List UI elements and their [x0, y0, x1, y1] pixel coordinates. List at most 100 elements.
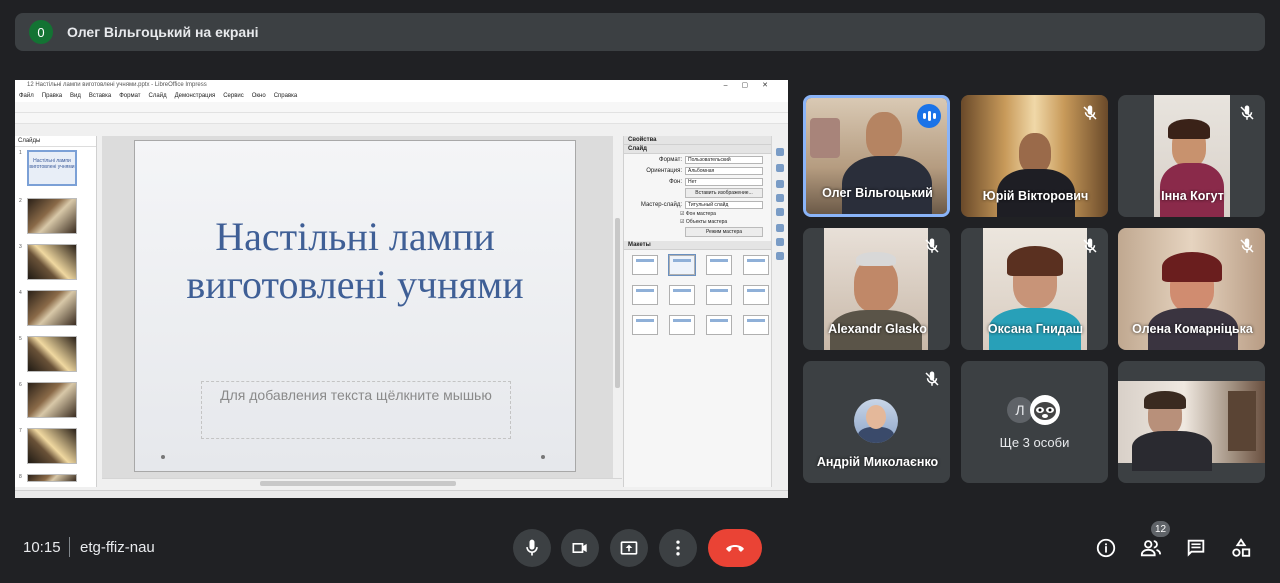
layout-option	[743, 255, 769, 275]
participant-name: Андрій Миколаєнко	[816, 455, 939, 469]
lo-horizontal-scrollbar	[102, 478, 622, 487]
participant-tile[interactable]: Андрій Миколаєнко	[803, 361, 950, 483]
participant-name: Юрій Вікторович	[982, 189, 1089, 203]
self-view-tile[interactable]	[1118, 361, 1265, 483]
participant-video	[1118, 381, 1265, 471]
slides-pane-title: Слайды	[15, 136, 96, 147]
layout-option	[632, 285, 658, 305]
props-master-obj-checkbox: ☑ Объекты мастера	[680, 219, 728, 225]
layout-option	[669, 285, 695, 305]
slide-title: Настільні лампи виготовлені учнями	[186, 214, 524, 307]
props-insert-image-button: Вставить изображение...	[685, 188, 763, 198]
more-vert-icon	[676, 540, 680, 556]
lo-menu-item: Формат	[119, 93, 141, 99]
participant-name: Alexandr Glasko	[828, 322, 927, 336]
more-options-button[interactable]	[659, 529, 697, 567]
mic-off-icon	[1240, 105, 1254, 120]
people-button[interactable]	[1139, 536, 1163, 560]
slide-subtitle-placeholder: Для добавления текста щёлкните мышью	[201, 381, 511, 439]
end-call-button[interactable]	[708, 529, 762, 567]
chat-button[interactable]	[1184, 536, 1208, 560]
lo-window-buttons: –▢✕	[723, 82, 782, 89]
lo-window-title-bar: 12 Настільні лампи виготовлені учнями.pp…	[15, 80, 788, 91]
lo-vertical-scrollbar	[613, 136, 622, 478]
mic-off-icon	[1083, 238, 1097, 253]
layout-option	[706, 255, 732, 275]
clock: 10:15	[23, 539, 61, 556]
mic-off-icon	[1083, 105, 1097, 120]
layout-option	[743, 315, 769, 335]
lo-menu-item: Вид	[70, 93, 81, 99]
lo-menu-item: Правка	[41, 93, 63, 99]
microphone-icon	[526, 539, 538, 556]
layout-option	[632, 315, 658, 335]
props-section-slide: Слайд	[624, 145, 771, 154]
slide-thumb: 8	[19, 474, 77, 482]
participant-tile[interactable]: Юрій Вікторович	[961, 95, 1108, 217]
props-bg-row: Фон: Нет	[624, 176, 771, 187]
participant-tile[interactable]: Олена Комарніцька	[1118, 228, 1265, 350]
props-master-row: Мастер-слайд: Титульный слайд	[624, 199, 771, 210]
camera-icon	[572, 543, 587, 553]
layout-option	[669, 315, 695, 335]
properties-panel: Свойства Слайд Формат: Пользовательский О…	[623, 136, 771, 487]
meeting-code: etg-ffiz-nau	[80, 539, 155, 556]
microphone-button[interactable]	[513, 529, 551, 567]
more-participants-avatars: Л	[1007, 395, 1060, 425]
slides-pane: Слайды 1 Настільні лампи виготовлені учня…	[15, 136, 97, 487]
participant-name: Інна Когут	[1161, 189, 1224, 203]
layout-option	[706, 315, 732, 335]
lo-sidebar-deck	[771, 136, 788, 487]
more-participants-label: Ще 3 особи	[999, 435, 1070, 450]
props-orientation-row: Ориентация: Альбомная	[624, 165, 771, 176]
activities-icon	[1232, 538, 1251, 557]
activities-button[interactable]	[1229, 536, 1253, 560]
speaking-indicator-icon	[917, 104, 941, 128]
lo-toolbar-2	[15, 113, 788, 124]
meeting-details-button[interactable]	[1094, 536, 1118, 560]
layout-option	[743, 285, 769, 305]
participant-name: Оксана Гнидаш	[987, 322, 1084, 336]
layout-option	[632, 255, 658, 275]
shared-screen[interactable]: 12 Настільні лампи виготовлені учнями.pp…	[15, 80, 788, 498]
lo-status-bar	[15, 490, 788, 498]
hang-up-icon	[726, 545, 744, 552]
participant-tile[interactable]: Alexandr Glasko	[803, 228, 950, 350]
lo-menu-item: Файл	[19, 93, 34, 99]
lo-menu-item: Слайд	[148, 93, 167, 99]
props-format-row: Формат: Пользовательский	[624, 154, 771, 165]
chat-icon	[1187, 539, 1205, 557]
lo-body: Слайды 1 Настільні лампи виготовлені учня…	[15, 136, 788, 498]
layouts-grid	[624, 250, 771, 340]
layout-option	[706, 285, 732, 305]
slide-thumb: 2	[19, 198, 77, 234]
lo-menu-item: Вставка	[88, 93, 112, 99]
props-master-bg-checkbox: ☑ Фон мастера	[680, 211, 716, 217]
lo-toolbar-1	[15, 102, 788, 113]
participant-name: Олена Комарніцька	[1132, 322, 1253, 336]
mic-off-icon	[925, 238, 939, 253]
info-icon	[1096, 538, 1116, 558]
people-icon	[1140, 540, 1162, 557]
current-slide: Настільні лампи виготовлені учнями Для д…	[134, 140, 576, 472]
slide-edit-area: Настільні лампи виготовлені учнями Для д…	[102, 136, 622, 487]
slide-thumb: 1 Настільні лампи виготовлені учнями	[19, 150, 77, 186]
presenter-count-badge: 0	[29, 20, 53, 44]
slide-handle	[161, 455, 165, 459]
slide-thumb: 4	[19, 290, 77, 326]
slide-thumb: 7	[19, 428, 77, 464]
slide-thumb: 3	[19, 244, 77, 280]
slide-thumb: 5	[19, 336, 77, 372]
participant-name: Олег Вільгоцький	[822, 186, 933, 200]
present-screen-button[interactable]	[610, 529, 648, 567]
lo-menu-item: Сервис	[223, 93, 244, 99]
participant-tile[interactable]: Оксана Гнидаш	[961, 228, 1108, 350]
participant-tile[interactable]: Олег Вільгоцький	[803, 95, 950, 217]
raccoon-avatar-icon	[1030, 395, 1060, 425]
more-participants-tile[interactable]: Л Ще 3 особи	[961, 361, 1108, 483]
camera-button[interactable]	[561, 529, 599, 567]
mic-off-icon	[1240, 238, 1254, 253]
people-count-badge: 12	[1151, 521, 1170, 537]
layout-option	[668, 254, 696, 276]
participant-tile[interactable]: Інна Когут	[1118, 95, 1265, 217]
